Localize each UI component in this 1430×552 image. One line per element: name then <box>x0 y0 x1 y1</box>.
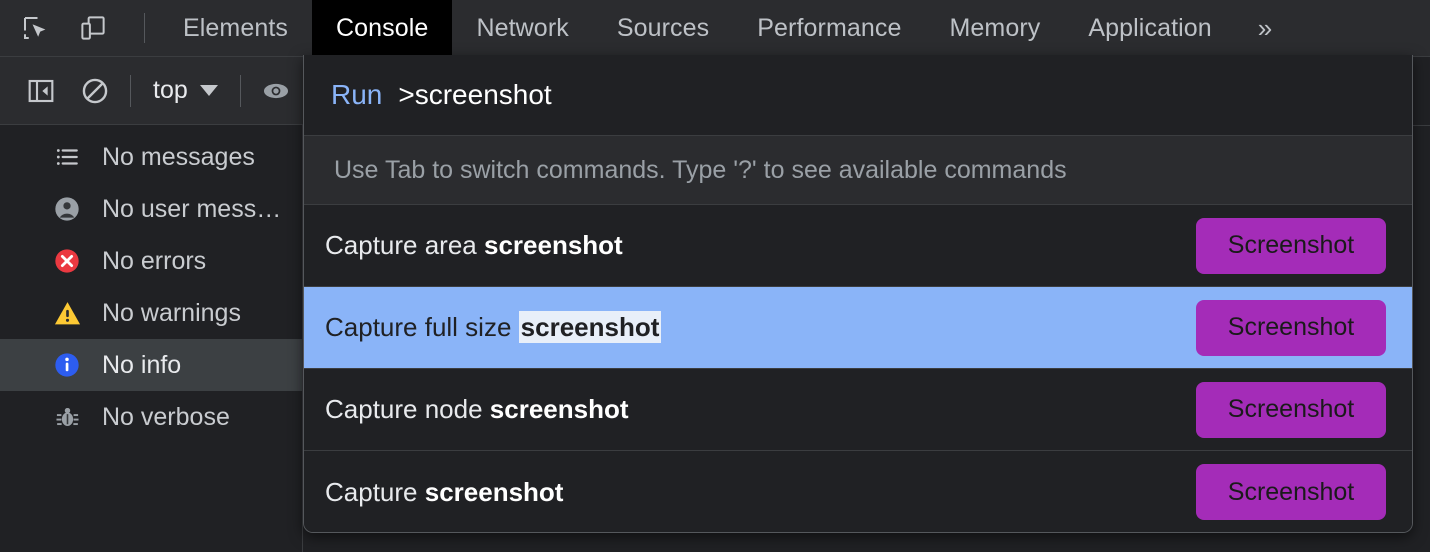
command-menu-dialog: Run >screenshot Use Tab to switch comman… <box>303 55 1413 533</box>
command-row-tag-button[interactable]: Screenshot <box>1196 381 1386 438</box>
warning-triangle-icon <box>52 298 82 328</box>
live-expression-eye-icon[interactable] <box>249 66 303 116</box>
tab-label: Application <box>1088 13 1212 42</box>
tab-label: Network <box>476 13 569 42</box>
sidebar-item-no-user-messages[interactable]: No user mess… <box>0 183 302 235</box>
info-circle-icon <box>52 350 82 380</box>
tab-console[interactable]: Console <box>312 0 453 57</box>
execution-context-selector[interactable]: top <box>139 69 232 113</box>
show-console-sidebar-icon[interactable] <box>14 66 68 116</box>
execution-context-value: top <box>153 76 188 104</box>
command-menu-hint: Use Tab to switch commands. Type '?' to … <box>304 135 1412 205</box>
command-row-capture-node-screenshot[interactable]: Capture node screenshot Screenshot <box>304 369 1412 451</box>
more-tabs-chevron-icon[interactable]: » <box>1236 0 1295 57</box>
command-menu-results: Capture area screenshot Screenshot Captu… <box>304 205 1412 532</box>
tab-network[interactable]: Network <box>452 0 592 57</box>
tab-label: Performance <box>757 13 902 42</box>
tab-label: Elements <box>183 13 289 42</box>
inspect-cursor-icon[interactable] <box>14 8 56 48</box>
command-row-capture-area-screenshot[interactable]: Capture area screenshot Screenshot <box>304 205 1412 287</box>
tab-elements[interactable]: Elements <box>159 0 312 57</box>
tab-label: Memory <box>949 13 1041 42</box>
command-row-capture-full-size-screenshot[interactable]: Capture full size screenshot Screenshot <box>304 287 1412 369</box>
command-row-tag-button[interactable]: Screenshot <box>1196 299 1386 356</box>
sidebar-item-no-verbose[interactable]: No verbose <box>0 391 302 443</box>
command-row-tag-button[interactable]: Screenshot <box>1196 464 1386 520</box>
command-menu-input[interactable]: >screenshot <box>398 79 551 111</box>
sidebar-item-no-messages[interactable]: No messages <box>0 131 302 183</box>
bug-icon <box>52 402 82 432</box>
toolbar-divider <box>239 74 241 107</box>
sidebar-item-label: No errors <box>102 246 207 275</box>
sidebar-item-label: No user mess… <box>102 194 282 223</box>
sidebar-item-no-errors[interactable]: No errors <box>0 235 302 287</box>
error-circle-icon <box>52 246 82 276</box>
panel-tabs: Elements Console Network Sources Perform… <box>159 0 1294 57</box>
more-tabs-label: » <box>1257 12 1273 43</box>
sidebar-item-label: No warnings <box>102 298 241 327</box>
sidebar-item-no-info[interactable]: No info <box>0 339 302 391</box>
list-icon <box>52 142 82 172</box>
sidebar-item-label: No verbose <box>102 402 230 431</box>
devtools-tab-bar: Elements Console Network Sources Perform… <box>0 0 1430 57</box>
sidebar-item-no-warnings[interactable]: No warnings <box>0 287 302 339</box>
command-menu-input-row[interactable]: Run >screenshot <box>304 55 1412 135</box>
console-sidebar: No messages No user mess… No errors No w… <box>0 125 303 552</box>
tab-label: Sources <box>616 13 710 42</box>
tab-application[interactable]: Application <box>1064 0 1235 57</box>
tab-performance[interactable]: Performance <box>733 0 925 57</box>
sidebar-item-label: No messages <box>102 142 255 171</box>
tab-sources[interactable]: Sources <box>593 0 733 57</box>
command-row-label: Capture screenshot <box>325 476 564 507</box>
user-icon <box>52 194 82 224</box>
command-row-label: Capture full size screenshot <box>325 311 662 343</box>
toolbar-divider <box>144 13 145 43</box>
command-row-label: Capture area screenshot <box>325 230 623 260</box>
command-row-label: Capture node screenshot <box>325 394 629 424</box>
devtools-window: Elements Console Network Sources Perform… <box>0 0 1430 552</box>
toolbar-divider <box>130 74 131 107</box>
command-menu-prefix-label: Run <box>331 79 383 110</box>
command-menu-hint-text: Use Tab to switch commands. Type '?' to … <box>334 155 1067 184</box>
chevron-down-icon <box>199 85 218 96</box>
tab-label: Console <box>336 13 429 42</box>
tab-bar-tool-icons <box>0 8 159 48</box>
command-row-capture-screenshot[interactable]: Capture screenshot Screenshot <box>304 451 1412 532</box>
clear-console-icon[interactable] <box>68 66 122 116</box>
command-row-tag-button[interactable]: Screenshot <box>1196 217 1386 274</box>
tab-memory[interactable]: Memory <box>925 0 1064 57</box>
sidebar-item-label: No info <box>102 350 182 379</box>
device-toolbar-icon[interactable] <box>72 8 114 48</box>
